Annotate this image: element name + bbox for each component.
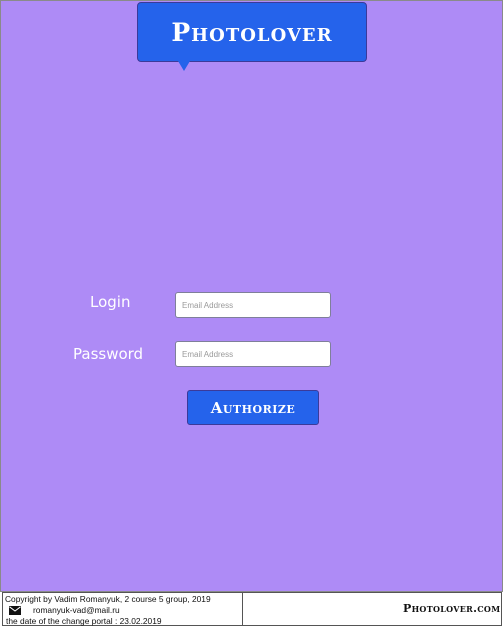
envelope-icon [9, 606, 21, 615]
password-label: Password [73, 345, 144, 363]
site-logo-banner[interactable]: Photolover [137, 2, 367, 71]
footer-info: Copyright by Vadim Romanyuk, 2 course 5 … [3, 593, 243, 626]
change-date-text: the date of the change portal : 23.02.20… [6, 616, 162, 626]
password-input[interactable] [175, 341, 331, 367]
footer: Copyright by Vadim Romanyuk, 2 course 5 … [2, 592, 502, 626]
page-background: Photolover Login Password Authorize [0, 0, 503, 592]
copyright-text: Copyright by Vadim Romanyuk, 2 course 5 … [5, 594, 211, 604]
login-label: Login [90, 293, 131, 311]
email-link[interactable]: romanyuk-vad@mail.ru [33, 605, 120, 616]
login-input[interactable] [175, 292, 331, 318]
site-logo-text: Photolover [171, 17, 333, 47]
authorize-button[interactable]: Authorize [187, 390, 319, 425]
email-row: romanyuk-vad@mail.ru [9, 605, 120, 616]
footer-logo[interactable]: Photolover.com [403, 602, 500, 615]
